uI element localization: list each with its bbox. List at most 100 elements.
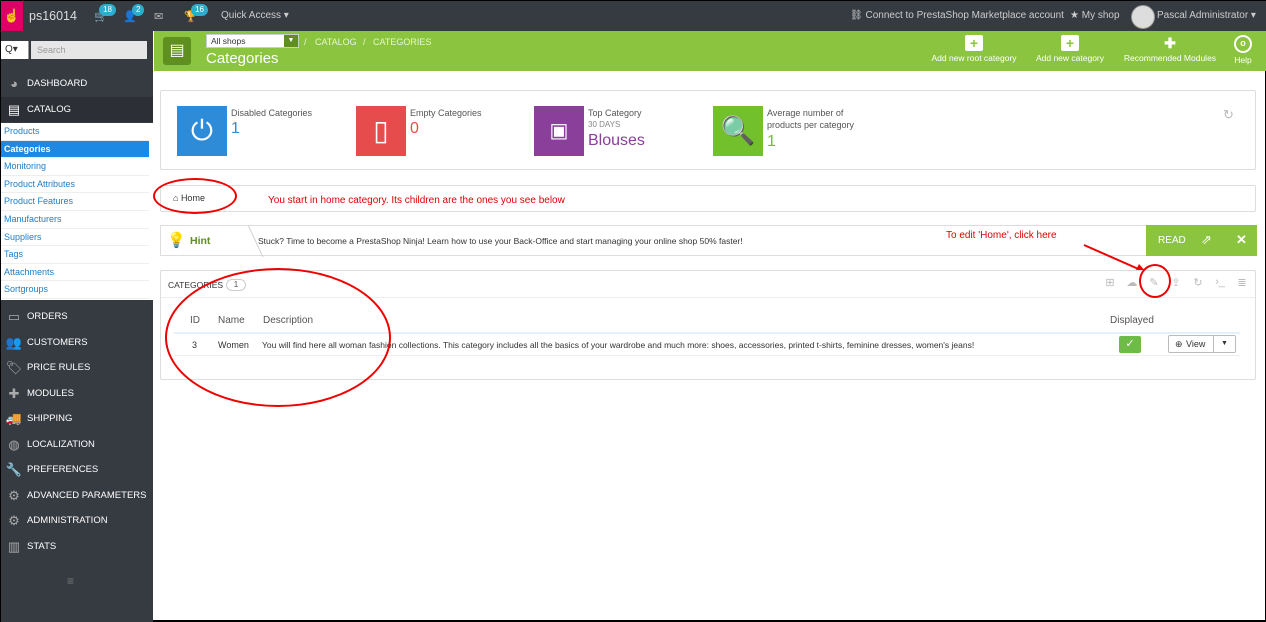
submenu-item-product-attributes[interactable]: Product Attributes	[1, 176, 149, 194]
sidebar-item-price-rules[interactable]: 🏷 PRICE RULES	[1, 355, 153, 380]
lightbulb-icon: 💡	[167, 232, 186, 249]
read-button[interactable]: READ ⇗ ✕	[1146, 225, 1257, 256]
terminal-icon[interactable]: ›_	[1212, 276, 1228, 292]
chevron-down-icon: ▼	[284, 35, 298, 47]
sidebar-item-administration[interactable]: ⚙ ADMINISTRATION	[1, 508, 153, 533]
sidebar-item-advanced-parameters[interactable]: ⚙ ADVANCED PARAMETERS	[1, 483, 153, 508]
search-icon: ⊕	[1175, 339, 1183, 349]
search-type-button[interactable]: Q▾	[1, 41, 29, 59]
page-header: ▤ All shops ▼ / CATALOG / CATEGORIES Cate…	[154, 31, 1266, 71]
prestashop-logo-icon[interactable]: ☝	[1, 1, 23, 31]
star-icon: ★	[1070, 10, 1082, 21]
submenu-item-suppliers[interactable]: Suppliers	[1, 229, 149, 247]
add-icon[interactable]: ⊞	[1102, 276, 1118, 292]
credit-card-icon: ▭	[7, 308, 21, 324]
breadcrumb-catalog[interactable]: CATALOG	[315, 37, 357, 47]
sidebar-item-label: MODULES	[27, 388, 74, 399]
sidebar-item-label: CUSTOMERS	[27, 337, 88, 348]
annotation-circle	[153, 178, 237, 214]
top-bar: ☝ ps16014 🛒 18 👤 2 ✉ 🏆 16 Quick Access ▾…	[1, 1, 1266, 31]
quick-access-menu[interactable]: Quick Access ▾	[221, 10, 289, 21]
submenu-item-monitoring[interactable]: Monitoring	[1, 158, 149, 176]
globe-icon: ◍	[8, 436, 20, 452]
annotation-circle	[1139, 264, 1171, 298]
submenu-item-attachments[interactable]: Attachments	[1, 264, 149, 282]
sidebar-item-label: DASHBOARD	[27, 78, 88, 89]
kpi-label: Disabled Categories	[231, 108, 313, 118]
annotation-circle	[165, 268, 391, 407]
kpi-value: 0	[410, 120, 419, 137]
envelope-icon[interactable]: ✉	[154, 10, 163, 23]
plus-icon: +	[1061, 35, 1079, 51]
search-bar: Q▾ Search	[1, 39, 149, 59]
my-shop-label: My shop	[1081, 10, 1120, 21]
sidebar-item-label: LOCALIZATION	[27, 439, 95, 450]
sidebar-item-orders[interactable]: ▭ ORDERS	[1, 304, 153, 329]
sidebar-item-shipping[interactable]: 🚚 SHIPPING	[1, 406, 153, 431]
cloud-upload-icon[interactable]: ☁	[1124, 276, 1140, 292]
sidebar-item-label: ORDERS	[27, 311, 68, 322]
app-window: ☝ ps16014 🛒 18 👤 2 ✉ 🏆 16 Quick Access ▾…	[0, 0, 1266, 622]
marketplace-link[interactable]: ⛓ Connect to PrestaShop Marketplace acco…	[850, 10, 1064, 21]
kpi-period: 30 DAYS	[588, 120, 621, 129]
refresh-icon[interactable]: ↻	[1190, 276, 1206, 292]
shop-select[interactable]: All shops ▼	[206, 34, 299, 48]
puzzle-icon: ✚	[1164, 35, 1176, 51]
sidebar-item-catalog[interactable]: ▤ CATALOG	[1, 97, 153, 122]
close-icon[interactable]: ✕	[1236, 232, 1247, 248]
breadcrumb-separator: /	[363, 37, 366, 47]
recommended-modules-button[interactable]: ✚ Recommended Modules	[1117, 35, 1223, 63]
add-category-button[interactable]: + Add new category	[1030, 35, 1110, 63]
submenu-item-categories[interactable]: Categories	[1, 140, 149, 159]
my-shop-link[interactable]: ★ My shop	[1070, 10, 1120, 21]
collapse-menu-icon[interactable]: ≡	[67, 574, 74, 588]
breadcrumb-categories[interactable]: CATEGORIES	[373, 37, 431, 47]
submenu-item-product-features[interactable]: Product Features	[1, 193, 149, 211]
sidebar-item-localization[interactable]: ◍ LOCALIZATION	[1, 432, 153, 457]
sidebar-item-label: ADVANCED PARAMETERS	[27, 490, 147, 501]
cog-icon: ⚙	[8, 512, 20, 528]
sidebar-item-stats[interactable]: ▥ STATS	[1, 534, 153, 559]
sidebar-item-label: STATS	[27, 541, 57, 552]
wrench-icon: 🔧	[5, 461, 23, 477]
truck-icon: 🚚	[5, 410, 23, 426]
user-menu[interactable]: Pascal Administrator ▾	[1157, 10, 1256, 21]
database-icon[interactable]: ≣	[1234, 276, 1250, 292]
customers-badge: 2	[132, 4, 145, 16]
avatar[interactable]	[1131, 5, 1155, 29]
kpi-label: Top Category	[588, 108, 642, 118]
catalog-submenu: Products Categories Monitoring Product A…	[1, 123, 153, 300]
annotation-note: To edit 'Home', click here	[946, 230, 1057, 241]
sidebar-item-dashboard[interactable]: ◕ DASHBOARD	[1, 71, 153, 96]
column-header-displayed[interactable]: Displayed	[1110, 315, 1154, 326]
sidebar-item-label: SHIPPING	[27, 413, 73, 424]
marketplace-label: Connect to PrestaShop Marketplace accoun…	[865, 10, 1064, 21]
lifebuoy-icon: o	[1234, 35, 1252, 53]
submenu-item-sortgroups[interactable]: Sortgroups	[1, 281, 149, 299]
help-button[interactable]: o Help	[1231, 35, 1255, 65]
kpi-label: Empty Categories	[410, 108, 482, 118]
plus-icon: +	[965, 35, 983, 51]
hint-text: Stuck? Time to become a PrestaShop Ninja…	[258, 236, 743, 246]
displayed-toggle[interactable]: ✓	[1119, 336, 1141, 353]
search-input[interactable]: Search	[31, 41, 147, 59]
sidebar-item-customers[interactable]: 👥 CUSTOMERS	[1, 330, 153, 355]
add-root-category-button[interactable]: + Add new root category	[925, 35, 1023, 63]
view-button[interactable]: ⊕ View ▼	[1168, 335, 1236, 353]
sidebar-item-label: CATALOG	[27, 104, 71, 115]
sidebar-item-preferences[interactable]: 🔧 PREFERENCES	[1, 457, 153, 482]
chevron-down-icon[interactable]: ▼	[1213, 336, 1235, 352]
search-icon: 🔍	[713, 106, 763, 156]
shop-name[interactable]: ps16014	[29, 9, 77, 23]
refresh-icon[interactable]: ↻	[1223, 107, 1234, 123]
submenu-item-manufacturers[interactable]: Manufacturers	[1, 211, 149, 229]
kpi-label: Average number of products per category	[767, 108, 855, 130]
page-title: Categories	[206, 50, 279, 67]
messages-badge: 16	[191, 4, 208, 16]
submenu-item-tags[interactable]: Tags	[1, 246, 149, 264]
external-link-icon: ⇗	[1201, 232, 1212, 247]
submenu-item-products[interactable]: Products	[1, 123, 149, 141]
sidebar-item-modules[interactable]: ✚ MODULES	[1, 381, 153, 406]
link-icon: ⛓	[850, 10, 866, 21]
orders-badge: 18	[99, 4, 116, 16]
